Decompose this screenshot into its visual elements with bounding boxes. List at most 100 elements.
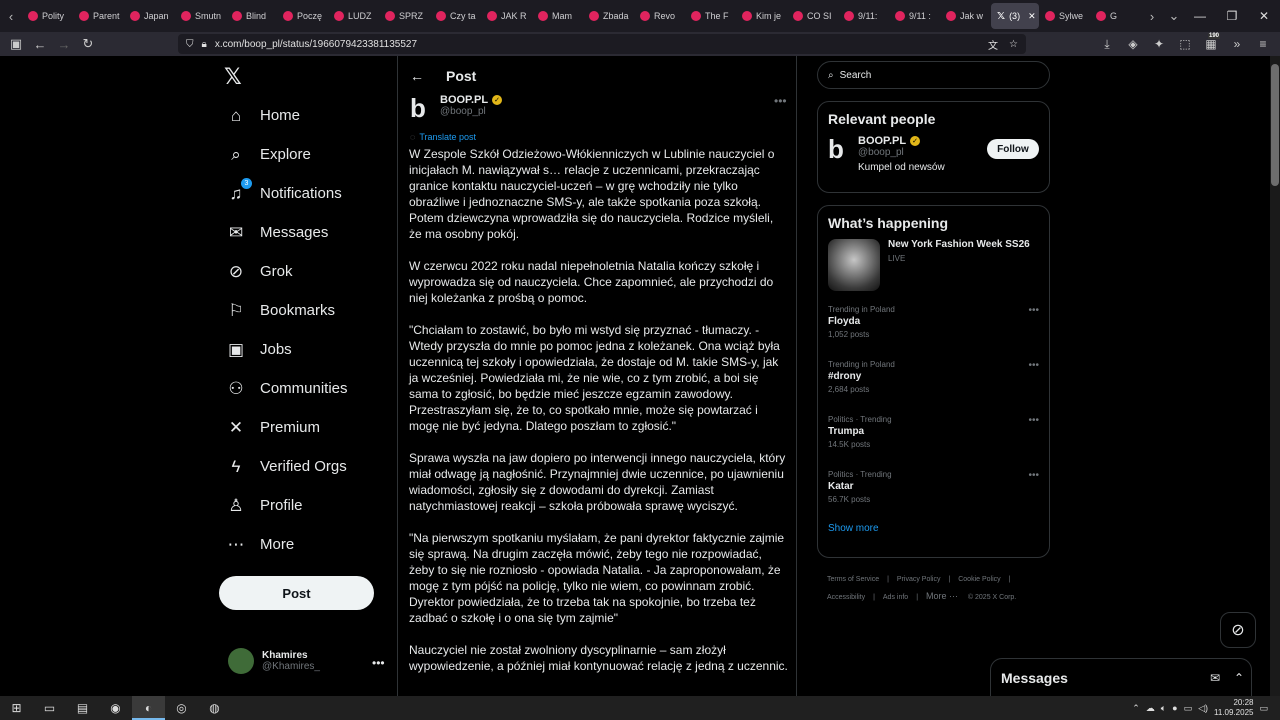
messages-drawer[interactable]: Messages ✉ ⌃ [990, 658, 1252, 696]
translate-post-link[interactable]: ◌ Translate post [410, 132, 476, 142]
browser-tab-15[interactable]: CO SI [787, 0, 838, 32]
sidebar-item-grok[interactable]: ⊘ Grok [220, 252, 348, 291]
sidebar-item-notifications[interactable]: ♫ 3 Notifications [220, 174, 348, 213]
sidebar-item-home[interactable]: ⌂ Home [220, 96, 348, 135]
x-logo-icon[interactable]: 𝕏 [224, 64, 248, 89]
follow-button[interactable]: Follow [987, 139, 1039, 159]
event-thumbnail[interactable] [828, 239, 880, 291]
browser-tab-after-1[interactable]: G [1090, 0, 1141, 32]
post-author[interactable]: b BOOP.PL ✓ @boop_pl [410, 94, 503, 122]
sidebar-item-messages[interactable]: ✉ Messages [220, 213, 348, 252]
restore-icon[interactable]: ❐ [1216, 9, 1248, 23]
post-button[interactable]: Post [219, 576, 374, 610]
trend-name[interactable]: #drony [828, 371, 1039, 382]
sidebar-item-premium[interactable]: ✕ Premium [220, 408, 348, 447]
speaker-icon[interactable]: 🔈︎ [1161, 703, 1166, 714]
sidebar-item-bookmarks[interactable]: ⚐ Bookmarks [220, 291, 348, 330]
steam-icon[interactable]: ◉ [99, 696, 132, 720]
sidebar-item-jobs[interactable]: ▣ Jobs [220, 330, 348, 369]
browser-tab-6[interactable]: LUDZ [328, 0, 379, 32]
trend-more-icon[interactable]: ••• [1028, 360, 1039, 371]
relevant-person-avatar[interactable]: b [828, 135, 850, 173]
translate-icon[interactable]: 文 [988, 37, 998, 52]
expand-chevron-up-icon[interactable]: ⌃ [1227, 671, 1251, 685]
account-more-icon[interactable]: ••• [372, 656, 385, 670]
extension-badge-icon[interactable]: ▦ 190 [1202, 33, 1221, 51]
windows-start-icon[interactable]: ⊞ [0, 696, 33, 720]
browser-tab-13[interactable]: The F [685, 0, 736, 32]
sidebar-item-communities[interactable]: ⚇ Communities [220, 369, 347, 408]
browser-tab-12[interactable]: Revo [634, 0, 685, 32]
trend-more-icon[interactable]: ••• [1028, 470, 1039, 481]
browser-tab-4[interactable]: Blind [226, 0, 277, 32]
scrollbar-thumb[interactable] [1271, 64, 1279, 186]
close-window-icon[interactable]: ✕ [1248, 9, 1280, 23]
browser-tab-18[interactable]: Jak w [940, 0, 991, 32]
shield-icon[interactable]: ⛉ [186, 39, 194, 50]
trend-item[interactable]: Politics · Trending Katar 56.7K posts ••• [818, 464, 1049, 519]
extension-fox-icon[interactable]: ✦ [1150, 37, 1168, 51]
tab-scroll-left-icon[interactable]: ‹ [0, 0, 22, 32]
trend-more-icon[interactable]: ••• [1028, 415, 1039, 426]
browser-tab-3[interactable]: Smutn [175, 0, 226, 32]
sidebar-item-more[interactable]: ⋯ More [220, 525, 348, 564]
forward-icon[interactable]: → [52, 37, 76, 52]
browser-tab-5[interactable]: Poczę [277, 0, 328, 32]
trend-item[interactable]: Trending in Poland Floyda 1,052 posts ••• [818, 299, 1049, 354]
post-more-icon[interactable]: ••• [774, 94, 787, 108]
volume-icon[interactable]: ◁) [1198, 703, 1208, 714]
trend-name[interactable]: Floyda [828, 316, 1039, 327]
sidebar-item-profile[interactable]: ♙ Profile [220, 486, 348, 525]
show-more-link[interactable]: Show more [818, 519, 1049, 544]
tray-chevron-up-icon[interactable]: ⌃ [1132, 703, 1140, 714]
author-handle[interactable]: @boop_pl [440, 106, 502, 117]
live-event[interactable]: New York Fashion Week SS26 LIVE [818, 231, 1049, 299]
search-input[interactable]: ⌕ Search [817, 61, 1050, 89]
trend-item[interactable]: Politics · Trending Trumpa 14.5K posts ••• [818, 409, 1049, 464]
clock[interactable]: 20:28 11.09.2025 [1214, 698, 1253, 718]
file-explorer-icon[interactable]: ▭ [33, 696, 66, 720]
tab-scroll-right-icon[interactable]: › [1141, 0, 1163, 32]
firefox-icon[interactable]: ◐ [132, 696, 165, 720]
browser-tab-8[interactable]: Czy ta [430, 0, 481, 32]
browser-tab-10[interactable]: Mam [532, 0, 583, 32]
trend-name[interactable]: Katar [828, 481, 1039, 492]
url-text[interactable]: x.com/boop_pl/status/1966079423381135527 [215, 39, 417, 50]
browser-tab-14[interactable]: Kim je [736, 0, 787, 32]
grok-fab-icon[interactable]: ⊘ [1220, 612, 1256, 648]
trend-item[interactable]: Trending in Poland #drony 2,684 posts ••• [818, 354, 1049, 409]
app-icon[interactable]: ◍ [198, 696, 231, 720]
avatar[interactable] [228, 648, 254, 674]
star-icon[interactable]: ☆ [1009, 39, 1018, 50]
sidebar-toggle-icon[interactable]: ▣ [4, 36, 28, 52]
cloud-icon[interactable]: ☁ [1146, 703, 1155, 714]
browser-tab-2[interactable]: Japan [124, 0, 175, 32]
overflow-chevron-icon[interactable]: » [1228, 37, 1246, 51]
obs-icon[interactable]: ◎ [165, 696, 198, 720]
relevant-person[interactable]: b BOOP.PL ✓ @boop_pl Kumpel od newsów Fo… [818, 127, 1049, 181]
menu-hamburger-icon[interactable]: ≡ [1254, 37, 1272, 51]
tab-close-icon[interactable]: ✕ [1028, 11, 1036, 22]
browser-tab-16[interactable]: 9/11: [838, 0, 889, 32]
notifications-icon[interactable]: ▭ [1259, 703, 1268, 714]
back-icon[interactable]: ← [28, 37, 52, 52]
lock-icon[interactable]: 🔒︎ [202, 39, 207, 50]
browser-tab-9[interactable]: JAK R [481, 0, 532, 32]
tab-list-chevron-down-icon[interactable]: ⌄ [1163, 0, 1185, 32]
browser-tab-after-0[interactable]: Sylwe [1039, 0, 1090, 32]
monitor-app-icon[interactable]: ▤ [66, 696, 99, 720]
new-message-icon[interactable]: ✉ [1203, 671, 1227, 685]
account-switcher[interactable]: Khamires @Khamires_ [228, 648, 320, 674]
author-avatar[interactable]: b [410, 94, 432, 122]
download-icon[interactable]: ⤓ [1098, 37, 1116, 52]
browser-tab-11[interactable]: Zbada [583, 0, 634, 32]
trend-name[interactable]: Trumpa [828, 426, 1039, 437]
back-arrow-icon[interactable]: ← [410, 68, 424, 84]
sidebar-item-verified-orgs[interactable]: ϟ Verified Orgs [220, 447, 348, 486]
mic-icon[interactable]: ● [1172, 703, 1177, 713]
extensions-puzzle-icon[interactable]: ⬚ [1176, 37, 1194, 51]
author-name[interactable]: BOOP.PL ✓ [440, 94, 503, 106]
trend-more-icon[interactable]: ••• [1028, 305, 1039, 316]
browser-tab-17[interactable]: 9/11 : [889, 0, 940, 32]
extension-shield-icon[interactable]: ◈ [1124, 37, 1142, 51]
